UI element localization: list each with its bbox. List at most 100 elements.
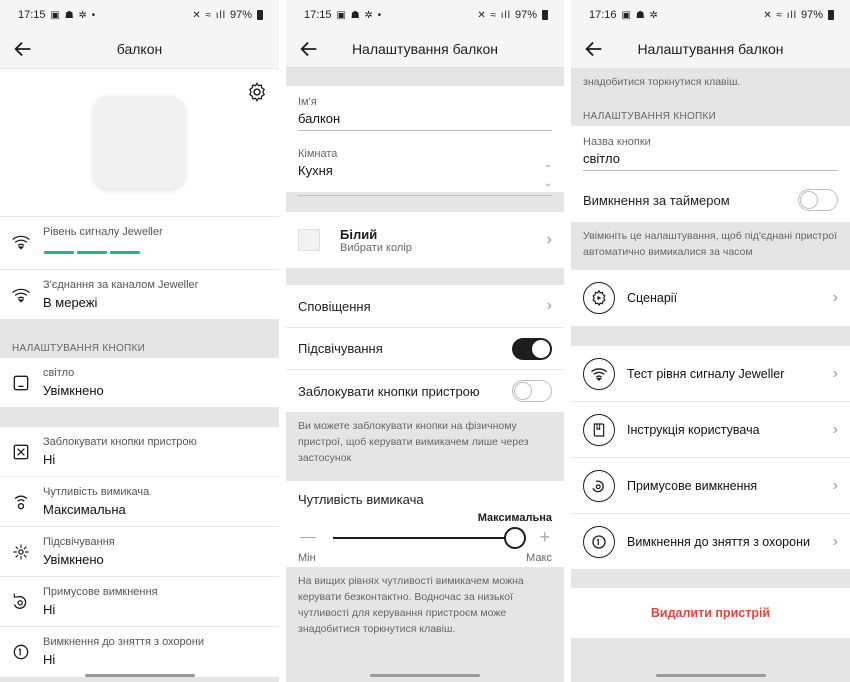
battery-level: 97% [800, 9, 823, 21]
signal-level-row[interactable]: Рівень сигналу Jeweller [0, 216, 279, 270]
page-title: Налаштування балкон [351, 40, 499, 57]
lock-buttons-row[interactable]: Заблокувати кнопки пристрою Ні [0, 427, 279, 477]
room-select[interactable]: Кухня ⌃ ⌄ [298, 160, 552, 196]
connection-row[interactable]: З'єднання за каналом Jeweller В мережі [0, 270, 279, 320]
status-time: 17:15 [304, 9, 332, 21]
sensitivity-slider-track[interactable] [333, 537, 516, 539]
status-bar: 17:16 ▣ ☗ ✲ ✕ ≈ ıll 97% [571, 0, 850, 30]
plus-icon[interactable]: + [539, 528, 550, 546]
sensitivity-row[interactable]: Чутливість вимикача Максимальна [0, 477, 279, 527]
signal-test-icon [583, 357, 615, 390]
color-swatch [298, 229, 320, 251]
status-bar: 17:15 ▣ ☗ ✲ • ✕ ≈ ıll 97% [286, 0, 564, 30]
home-indicator [370, 674, 480, 677]
color-subtitle: Вибрати колір [340, 241, 412, 254]
button-light-row[interactable]: світло Увімкнено [0, 358, 279, 408]
delete-device-button[interactable]: Видалити пристрій [651, 606, 770, 620]
force-off-row[interactable]: Примусове вимкнення › [571, 458, 850, 514]
chevron-right-icon: › [832, 476, 838, 494]
timer-toggle[interactable] [798, 189, 838, 211]
force-off-icon [13, 593, 27, 609]
button-name-input[interactable]: світло [583, 148, 838, 171]
name-field-label: Ім'я [298, 96, 317, 108]
backlight-toggle[interactable] [512, 337, 552, 360]
signal-icons: ✕ ≈ ıll [192, 9, 226, 21]
lock-buttons-hint: Ви можете заблокувати кнопки на фізичном… [286, 412, 564, 469]
jeweller-signal-icon [12, 235, 30, 250]
button-name-label: Назва кнопки [583, 136, 651, 148]
sensitivity-hint-tail: знадобитися торкнутися клавіш. [571, 68, 850, 100]
scenarios-label: Сценарії [627, 291, 678, 305]
name-input[interactable]: балкон [298, 108, 552, 131]
manual-row[interactable]: Інструкція користувача › [571, 402, 850, 458]
min-label: Мін [298, 552, 316, 564]
device-image [93, 96, 185, 188]
section-header: НАЛАШТУВАННЯ КНОПКИ [583, 111, 717, 122]
delete-device-row: Видалити пристрій [571, 588, 850, 638]
disarm-off-label: Вимкнення до зняття з охорони [627, 534, 810, 549]
disarm-off-row[interactable]: Вимкнення до зняття з охорони Ні [0, 627, 279, 677]
chevron-right-icon: › [832, 532, 838, 550]
battery-icon [542, 10, 548, 20]
scenarios-row[interactable]: Сценарії › [571, 270, 850, 327]
backlight-row[interactable]: Підсвічування Увімкнено [0, 527, 279, 577]
jeweller-channel-icon [12, 288, 30, 303]
notifications-label: Сповіщення [298, 298, 371, 314]
lock-buttons-row: Заблокувати кнопки пристрою [286, 370, 564, 412]
divider-gap [571, 570, 850, 588]
updown-chevron-icon: ⌃ ⌄ [543, 164, 552, 189]
chevron-right-icon: › [546, 231, 552, 248]
chevron-right-icon: › [832, 364, 838, 382]
back-arrow-icon[interactable] [298, 38, 320, 60]
battery-icon [257, 10, 263, 20]
row-value: Ні [43, 452, 56, 467]
phone-screen-settings-scrolled: 17:16 ▣ ☗ ✲ ✕ ≈ ıll 97% Налаштування балко… [571, 0, 850, 682]
room-field-row: Кімната Кухня ⌃ ⌄ [286, 138, 564, 196]
timer-row: Вимкнення за таймером [571, 178, 850, 222]
backlight-icon [13, 544, 29, 560]
lock-buttons-toggle[interactable] [512, 380, 552, 402]
notification-icons: ▣ ☗ ✲ [621, 9, 659, 21]
minus-icon[interactable] [300, 537, 316, 538]
sensitivity-slider-thumb[interactable] [504, 527, 526, 549]
switch-button-icon [13, 375, 29, 391]
divider-gap [286, 469, 564, 481]
name-field-row: Ім'я балкон [286, 86, 564, 138]
row-value: Ні [43, 652, 56, 667]
row-value: В мережі [43, 295, 98, 310]
back-arrow-icon[interactable] [12, 38, 34, 60]
back-arrow-icon[interactable] [583, 38, 605, 60]
notifications-row[interactable]: Сповіщення › [286, 285, 564, 328]
battery-level: 97% [229, 9, 252, 21]
gear-icon[interactable] [246, 81, 268, 103]
divider-gap [571, 327, 850, 346]
signal-test-label: Тест рівня сигналу Jeweller [627, 366, 785, 381]
force-off-row[interactable]: Примусове вимкнення Ні [0, 577, 279, 627]
signal-icons: ✕ ≈ ıll [763, 9, 797, 21]
row-title: Чутливість вимикача [43, 486, 150, 498]
lock-buttons-icon [13, 444, 29, 460]
status-time: 17:16 [589, 9, 617, 21]
disarm-off-icon [13, 644, 29, 660]
max-label: Макс [526, 552, 552, 564]
sensitivity-value: Максимальна [477, 512, 552, 524]
row-value: Увімкнено [43, 552, 104, 567]
color-title: Білий [340, 226, 378, 242]
sensitivity-hint: На вищих рівнях чутливості вимикачем мож… [286, 567, 564, 655]
section-header: НАЛАШТУВАННЯ КНОПКИ [12, 343, 146, 354]
notification-icons: ▣ ☗ ✲ • [336, 9, 383, 21]
room-select-value: Кухня [298, 163, 333, 178]
timer-hint: Увімкніть це налаштування, щоб під'єднан… [571, 222, 850, 264]
row-title: Вимкнення до зняття з охорони [43, 636, 205, 648]
app-bar: Налаштування балкон [286, 30, 564, 68]
signal-strength-bars [44, 251, 140, 254]
row-title: Примусове вимкнення [43, 586, 158, 598]
disarm-off-row[interactable]: Вимкнення до зняття з охорони › [571, 514, 850, 570]
signal-test-row[interactable]: Тест рівня сигналу Jeweller › [571, 346, 850, 402]
disarm-off-icon [583, 525, 615, 558]
color-row[interactable]: Білий Вибрати колір › [286, 212, 564, 269]
divider-gap [286, 269, 564, 285]
row-value: Увімкнено [43, 383, 104, 398]
force-off-label: Примусове вимкнення [627, 478, 758, 493]
manual-label: Інструкція користувача [627, 422, 760, 437]
